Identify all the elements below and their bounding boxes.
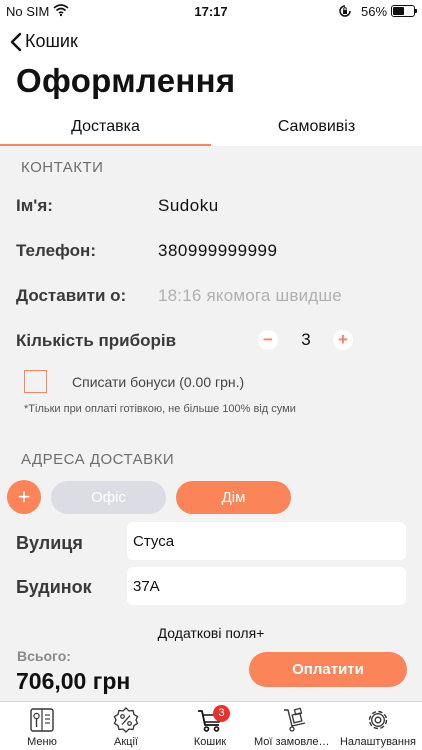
delivery-method-tabs: Доставка Самовивіз [0,112,422,146]
contacts-section-title: КОНТАКТИ [21,159,104,176]
cutlery-count-value: 3 [301,330,311,349]
phone-label: Телефон: [16,241,96,260]
phone-field[interactable]: 380999999999 [158,241,277,261]
street-input[interactable]: Стуса [127,522,406,560]
tabbar-label-my-orders: Мої замовлення [254,736,336,748]
tabbar-label-cart: Кошик [193,736,227,748]
additional-fields-link[interactable]: Додаткові поля+ [0,625,422,641]
plus-icon: + [338,330,348,349]
name-field[interactable]: Sudoku [158,196,219,216]
minus-icon: − [263,330,273,349]
status-bar: No SIM 17:17 56% [0,0,422,22]
plus-icon: + [17,484,31,509]
house-label: Будинок [16,577,92,597]
house-input[interactable]: 37А [127,567,406,605]
page-title: Оформлення [16,62,236,99]
back-button-label: Кошик [25,31,78,51]
total-amount: 706,00 грн [16,668,131,694]
active-tab-indicator [0,144,211,146]
cutlery-decrement-button[interactable]: − [258,330,278,350]
bottom-tab-bar: Меню Акції 3 Кошик Мої замовлення Налашт… [0,701,422,750]
tabbar-item-my-orders[interactable]: Мої замовлення [252,702,336,750]
battery-icon [391,5,417,17]
chevron-left-icon [10,32,22,51]
delivery-time-label: Доставити о: [16,286,127,305]
tabbar-label-promotions: Акції [114,736,138,748]
name-label: Ім'я: [16,196,53,215]
tabbar-label-settings: Налаштування [339,736,417,748]
cart-count-badge: 3 [213,705,230,722]
menu-book-icon [30,708,54,732]
delivery-trolley-icon [284,707,306,732]
address-office-button[interactable]: Офіс [51,481,166,514]
tab-delivery[interactable]: Доставка [0,112,211,146]
use-bonuses-checkbox[interactable] [24,370,47,393]
discount-badge-icon [113,707,139,733]
add-address-button[interactable]: + [7,480,41,514]
battery-level [393,7,404,15]
cutlery-increment-button[interactable]: + [333,330,353,350]
address-section-title: АДРЕСА ДОСТАВКИ [21,451,175,468]
tabbar-label-menu: Меню [27,736,57,748]
navigation-header: Кошик Оформлення Доставка Самовивіз [0,22,422,146]
address-home-button[interactable]: Дім [176,481,291,514]
tab-pickup[interactable]: Самовивіз [211,112,422,146]
gear-icon [368,710,388,730]
clock: 17:17 [194,4,228,19]
total-label: Всього: [17,648,71,664]
delivery-time-field[interactable]: 18:16 якомога швидше [158,286,342,306]
use-bonuses-label[interactable]: Списати бонуси (0.00 грн.) [72,374,244,390]
cutlery-count-label: Кількість приборів [16,331,177,350]
pay-button[interactable]: Оплатити [249,652,407,687]
back-button[interactable]: Кошик [10,31,78,52]
bonus-note: *Тільки при оплаті готівкою, не більше 1… [24,403,296,415]
street-label: Вулиця [16,533,83,553]
tabbar-item-promotions[interactable]: Акції [84,702,168,750]
tabbar-item-cart[interactable]: 3 Кошик [168,702,252,750]
rotation-lock-icon [337,3,353,22]
tabbar-item-settings[interactable]: Налаштування [336,702,420,750]
battery-percent: 56% [361,4,388,19]
checkout-footer: Всього: 706,00 грн Оплатити [0,641,422,701]
tabbar-item-menu[interactable]: Меню [0,702,84,750]
